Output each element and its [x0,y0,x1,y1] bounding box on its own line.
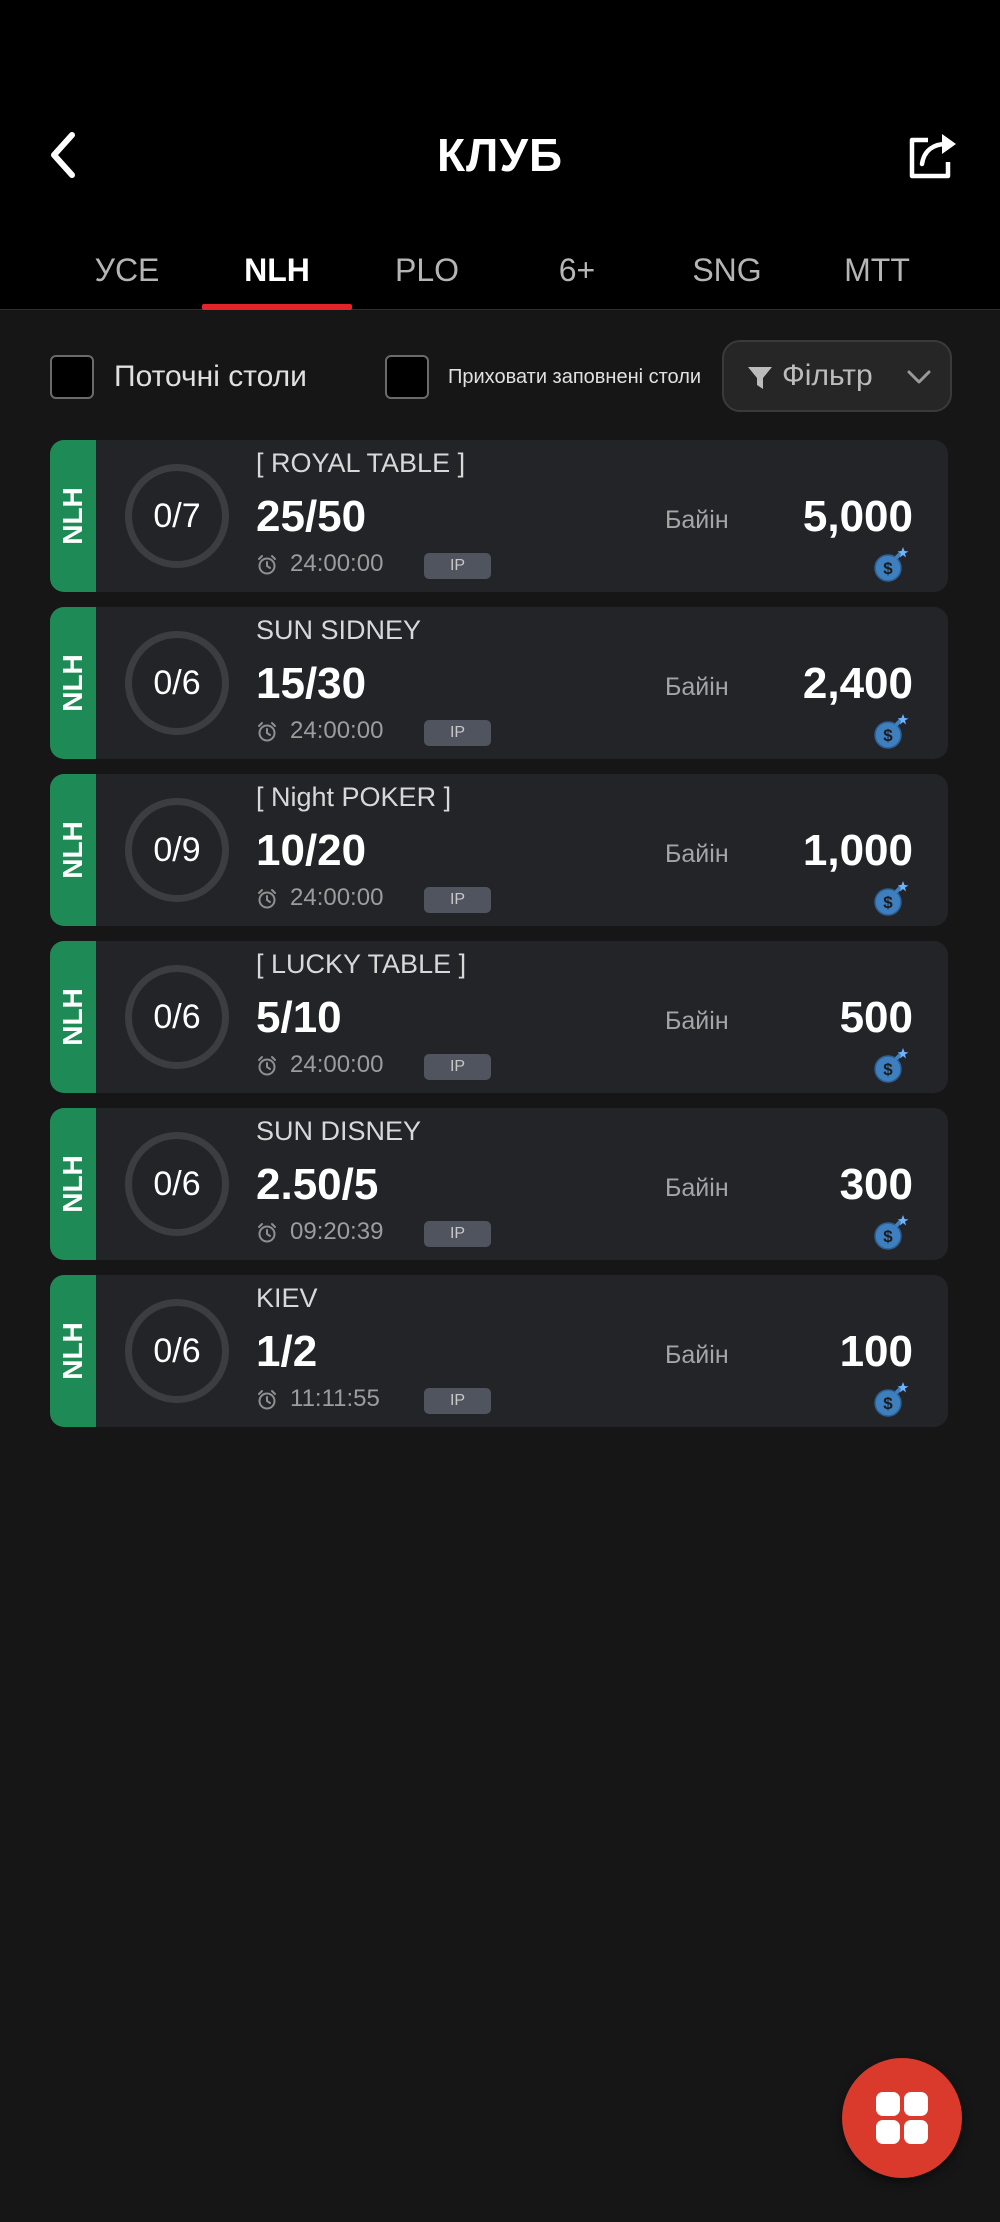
ip-tag: IP [424,720,491,746]
time-remaining: 24:00:00 [290,550,384,577]
seats-indicator: 0/6 [125,965,229,1069]
alarm-clock-icon [256,554,278,576]
buyin-value: 2,400 [802,659,913,708]
buyin-value: 100 [839,1327,913,1376]
time-remaining: 11:11:55 [290,1385,380,1412]
current-tables-label: Поточні столи [114,360,307,393]
time-remaining: 24:00:00 [290,717,384,744]
table-card[interactable]: NLH 0/6 SUN DISNEY 2.50/5 09:20:39 IP Байін 300… [50,1108,948,1260]
hide-full-checkbox[interactable] [385,355,429,399]
tab-sng[interactable]: SNG [652,240,802,310]
seats-indicator: 0/9 [125,798,229,902]
time-remaining: 09:20:39 [290,1218,384,1245]
menu-fab-button[interactable] [842,2058,962,2178]
time-remaining: 24:00:00 [290,1051,384,1078]
game-type-badge: NLH [50,440,96,592]
buyin-label: Байін [665,506,729,534]
blinds-value: 2.50/5 [256,1160,379,1209]
tab-nlh[interactable]: NLH [202,240,352,310]
blinds-value: 5/10 [256,993,342,1042]
svg-text:$: $ [883,893,893,912]
svg-text:$: $ [883,559,893,578]
alarm-clock-icon [256,721,278,743]
bomb-icon: $ [872,1379,912,1419]
buyin-label: Байін [665,1007,729,1035]
buyin-label: Байін [665,1174,729,1202]
tab-all[interactable]: УСЕ [52,240,202,310]
current-tables-checkbox[interactable] [50,355,94,399]
ip-tag: IP [424,1054,491,1080]
table-card[interactable]: NLH 0/6 SUN SIDNEY 15/30 24:00:00 IP Байін 2,40… [50,607,948,759]
svg-text:$: $ [883,1060,893,1079]
table-name: SUN DISNEY [256,1116,422,1146]
ip-tag: IP [424,887,491,913]
game-type-tabs: УСЕ NLH PLO 6+ SNG MTT [52,240,952,310]
ip-tag: IP [424,1221,491,1247]
buyin-label: Байін [665,673,729,701]
time-remaining: 24:00:00 [290,884,384,911]
blinds-value: 1/2 [256,1327,318,1376]
alarm-clock-icon [256,1055,278,1077]
seats-indicator: 0/6 [125,1299,229,1403]
table-name: [ ROYAL TABLE ] [256,448,466,478]
filter-bar: Поточні столи Приховати заповнені столи … [0,340,1000,412]
table-name: KIEV [256,1283,318,1313]
bomb-icon: $ [872,544,912,584]
game-type-badge: NLH [50,1108,96,1260]
filter-label: Фільтр [782,359,873,392]
alarm-clock-icon [256,1222,278,1244]
ip-tag: IP [424,553,491,579]
svg-text:$: $ [883,1227,893,1246]
bomb-icon: $ [872,1212,912,1252]
alarm-clock-icon [256,1389,278,1411]
game-type-badge: NLH [50,607,96,759]
alarm-clock-icon [256,888,278,910]
page-title: КЛУБ [436,129,564,181]
blinds-value: 25/50 [256,492,367,541]
game-type-badge: NLH [50,774,96,926]
svg-text:$: $ [883,1394,893,1413]
tab-mtt[interactable]: MTT [802,240,952,310]
share-button[interactable] [906,128,960,182]
game-type-badge: NLH [50,941,96,1093]
buyin-value: 500 [839,993,913,1042]
table-card[interactable]: NLH 0/6 KIEV 1/2 11:11:55 IP Байін 100 $ [50,1275,948,1427]
table-card[interactable]: NLH 0/7 [ ROYAL TABLE ] 25/50 24:00:00 IP Байі… [50,440,948,592]
app-header: КЛУБ УСЕ NLH PLO 6+ SNG MTT [0,0,1000,310]
seats-indicator: 0/7 [125,464,229,568]
blinds-value: 15/30 [256,659,367,708]
buyin-label: Байін [665,840,729,868]
table-name: [ LUCKY TABLE ] [256,949,467,979]
chevron-down-icon [907,370,931,384]
bomb-icon: $ [872,711,912,751]
buyin-value: 5,000 [802,492,913,541]
bomb-icon: $ [872,1045,912,1085]
buyin-label: Байін [665,1341,729,1369]
seats-indicator: 0/6 [125,631,229,735]
seats-indicator: 0/6 [125,1132,229,1236]
blinds-value: 10/20 [256,826,367,875]
funnel-icon [748,367,772,389]
tab-6plus[interactable]: 6+ [502,240,652,310]
game-type-badge: NLH [50,1275,96,1427]
table-card[interactable]: NLH 0/9 [ Night POKER ] 10/20 24:00:00 IP Байі… [50,774,948,926]
share-icon [909,134,956,179]
buyin-value: 300 [839,1160,913,1209]
bomb-icon: $ [872,878,912,918]
buyin-value: 1,000 [802,826,913,875]
table-name: SUN SIDNEY [256,615,422,645]
svg-text:$: $ [883,726,893,745]
table-list: NLH 0/7 [ ROYAL TABLE ] 25/50 24:00:00 IP Байі… [50,440,948,1442]
ip-tag: IP [424,1388,491,1414]
hide-full-label: Приховати заповнені столи [448,366,702,388]
table-card[interactable]: NLH 0/6 [ LUCKY TABLE ] 5/10 24:00:00 IP Байін… [50,941,948,1093]
table-name: [ Night POKER ] [256,782,452,812]
filter-dropdown[interactable]: Фільтр [722,340,952,412]
tab-plo[interactable]: PLO [352,240,502,310]
